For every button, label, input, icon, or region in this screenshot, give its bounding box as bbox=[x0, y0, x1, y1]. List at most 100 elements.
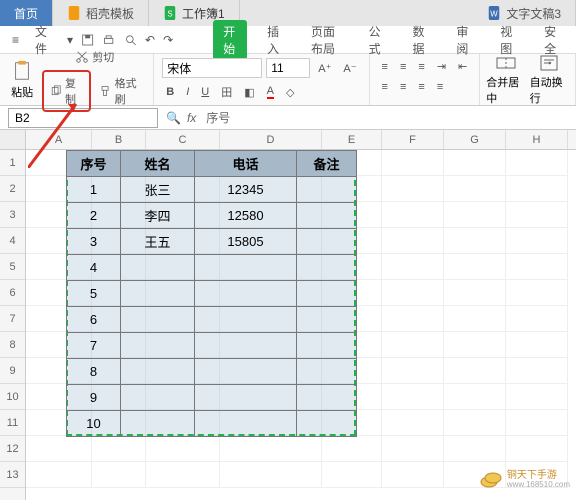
merge-button[interactable]: 合并居中 bbox=[486, 54, 525, 106]
cell[interactable] bbox=[506, 410, 568, 436]
paste-button[interactable]: 粘贴 bbox=[6, 60, 38, 100]
format-painter-button[interactable]: 格式刷 bbox=[95, 73, 147, 109]
cell[interactable] bbox=[322, 436, 382, 462]
table-cell[interactable] bbox=[195, 255, 297, 281]
table-cell[interactable] bbox=[121, 333, 195, 359]
cell[interactable] bbox=[382, 228, 444, 254]
outdent-button[interactable]: ⇤ bbox=[454, 58, 471, 75]
table-cell[interactable] bbox=[297, 229, 357, 255]
cell[interactable] bbox=[26, 436, 92, 462]
formula-value[interactable]: 序号 bbox=[202, 109, 230, 126]
row-header[interactable]: 5 bbox=[0, 254, 25, 280]
align-bottom-button[interactable]: ≡ bbox=[414, 59, 428, 75]
table-cell[interactable]: 7 bbox=[67, 333, 121, 359]
table-cell[interactable]: 12345 bbox=[195, 177, 297, 203]
cell[interactable] bbox=[220, 436, 322, 462]
table-cell[interactable]: 2 bbox=[67, 203, 121, 229]
table-cell[interactable]: 1 bbox=[67, 177, 121, 203]
table-cell[interactable] bbox=[297, 255, 357, 281]
table-cell[interactable] bbox=[121, 281, 195, 307]
menu-icon[interactable]: ≡ bbox=[8, 31, 23, 49]
undo-icon[interactable]: ↶ bbox=[145, 33, 155, 47]
col-header[interactable]: D bbox=[220, 130, 322, 149]
row-header[interactable]: 2 bbox=[0, 176, 25, 202]
save-icon[interactable] bbox=[81, 32, 94, 48]
cell[interactable] bbox=[506, 202, 568, 228]
redo-icon[interactable]: ↷ bbox=[163, 33, 173, 47]
print-icon[interactable] bbox=[102, 32, 115, 48]
cell[interactable] bbox=[382, 332, 444, 358]
align-center-button[interactable]: ≡ bbox=[396, 79, 410, 95]
col-header[interactable]: E bbox=[322, 130, 382, 149]
header-note[interactable]: 备注 bbox=[297, 151, 357, 177]
col-header[interactable]: H bbox=[506, 130, 568, 149]
table-cell[interactable] bbox=[297, 333, 357, 359]
cell[interactable] bbox=[146, 462, 220, 488]
table-row[interactable]: 4 bbox=[67, 255, 357, 281]
cell[interactable] bbox=[382, 384, 444, 410]
table-cell[interactable] bbox=[195, 385, 297, 411]
cell[interactable] bbox=[506, 384, 568, 410]
col-header[interactable]: B bbox=[92, 130, 146, 149]
table-cell[interactable]: 3 bbox=[67, 229, 121, 255]
table-row[interactable]: 5 bbox=[67, 281, 357, 307]
row-header[interactable]: 13 bbox=[0, 462, 25, 488]
table-cell[interactable]: 12580 bbox=[195, 203, 297, 229]
cell[interactable] bbox=[506, 254, 568, 280]
col-header[interactable]: F bbox=[382, 130, 444, 149]
cell[interactable] bbox=[444, 150, 506, 176]
cell[interactable] bbox=[506, 176, 568, 202]
font-name-select[interactable]: 宋体 bbox=[162, 58, 262, 78]
cell[interactable] bbox=[444, 176, 506, 202]
row-header[interactable]: 7 bbox=[0, 306, 25, 332]
table-cell[interactable]: 15805 bbox=[195, 229, 297, 255]
cell[interactable] bbox=[146, 436, 220, 462]
cell[interactable] bbox=[506, 332, 568, 358]
preview-icon[interactable] bbox=[124, 32, 137, 48]
table-row[interactable]: 2李四12580 bbox=[67, 203, 357, 229]
cell[interactable] bbox=[444, 436, 506, 462]
table-row[interactable]: 7 bbox=[67, 333, 357, 359]
table-cell[interactable] bbox=[297, 385, 357, 411]
font-color-button[interactable]: A bbox=[263, 83, 278, 101]
table-cell[interactable]: 张三 bbox=[121, 177, 195, 203]
cell[interactable] bbox=[382, 150, 444, 176]
table-cell[interactable]: 9 bbox=[67, 385, 121, 411]
fx-icon[interactable]: fx bbox=[187, 111, 196, 125]
cell[interactable] bbox=[506, 280, 568, 306]
row-header[interactable]: 1 bbox=[0, 150, 25, 176]
table-cell[interactable] bbox=[297, 359, 357, 385]
cell[interactable] bbox=[382, 410, 444, 436]
cell[interactable] bbox=[444, 410, 506, 436]
table-cell[interactable] bbox=[121, 411, 195, 437]
row-header[interactable]: 11 bbox=[0, 410, 25, 436]
header-seq[interactable]: 序号 bbox=[67, 151, 121, 177]
table-cell[interactable]: 王五 bbox=[121, 229, 195, 255]
cell[interactable] bbox=[444, 280, 506, 306]
row-header[interactable]: 12 bbox=[0, 436, 25, 462]
table-cell[interactable] bbox=[195, 281, 297, 307]
cell[interactable] bbox=[382, 280, 444, 306]
indent-button[interactable]: ⇥ bbox=[433, 58, 450, 75]
table-row[interactable]: 10 bbox=[67, 411, 357, 437]
cell[interactable] bbox=[444, 384, 506, 410]
cell[interactable] bbox=[92, 462, 146, 488]
cell[interactable] bbox=[444, 202, 506, 228]
cell[interactable] bbox=[506, 358, 568, 384]
table-cell[interactable] bbox=[195, 307, 297, 333]
select-all-corner[interactable] bbox=[0, 130, 25, 150]
increase-font-button[interactable]: A⁺ bbox=[314, 60, 335, 77]
cell[interactable] bbox=[92, 436, 146, 462]
cell[interactable] bbox=[506, 228, 568, 254]
italic-button[interactable]: I bbox=[182, 84, 193, 100]
cell[interactable] bbox=[382, 358, 444, 384]
align-middle-button[interactable]: ≡ bbox=[396, 59, 410, 75]
row-header[interactable]: 10 bbox=[0, 384, 25, 410]
table-row[interactable]: 6 bbox=[67, 307, 357, 333]
cell[interactable] bbox=[220, 462, 322, 488]
underline-button[interactable]: U bbox=[197, 84, 213, 100]
cell[interactable] bbox=[382, 254, 444, 280]
border-button[interactable]: 田 bbox=[217, 82, 236, 102]
cell[interactable] bbox=[382, 176, 444, 202]
copy-button[interactable]: 复制 bbox=[46, 73, 87, 109]
